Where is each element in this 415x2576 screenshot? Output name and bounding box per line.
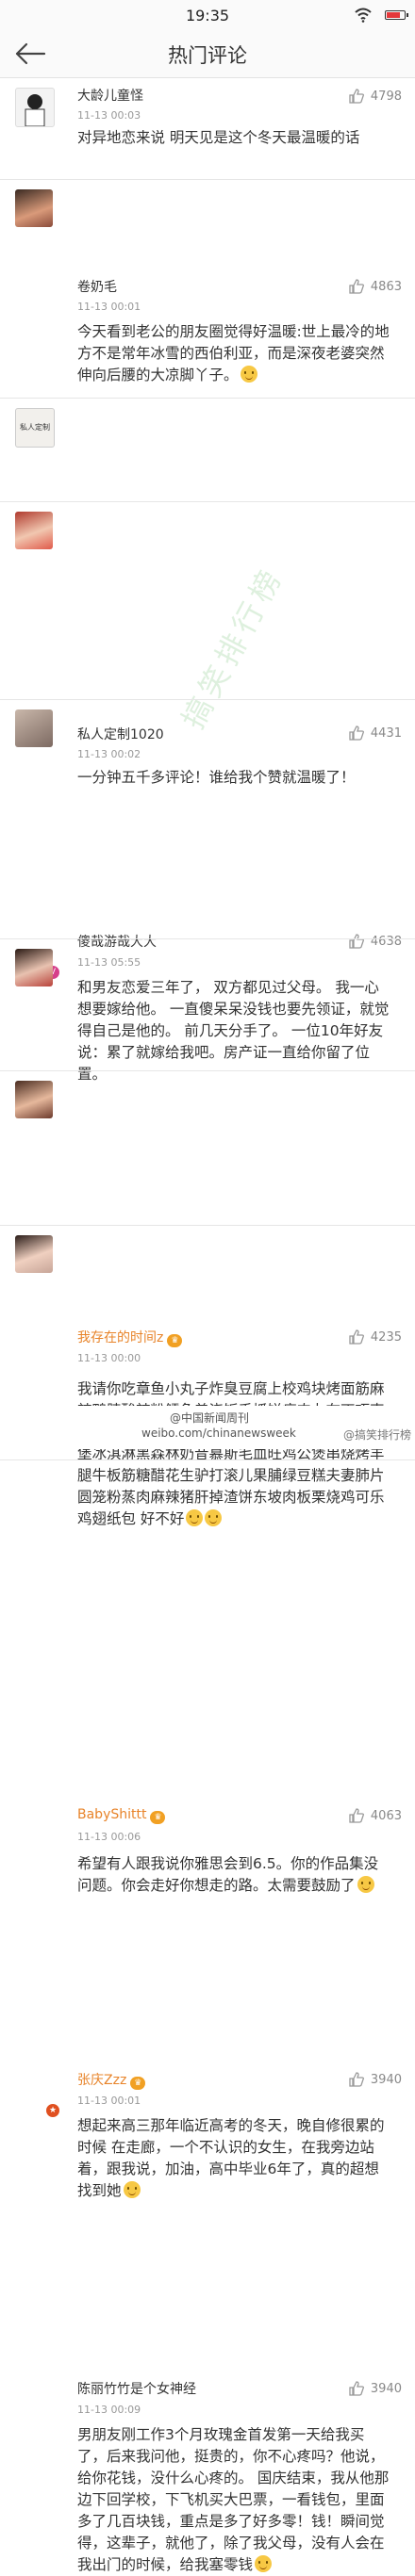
comment-list: 搞笑排行榜 大龄儿童怪 11-13 00:03 4798 对异地恋来说 明天见是…: [0, 78, 415, 2573]
comment-text: 今天看到老公的朋友圈觉得好温暖:世上最冷的地方不是常年冰雪的西伯利亚，而是深夜老…: [77, 321, 392, 386]
avatar[interactable]: [15, 949, 53, 986]
avatar-text: 私人定制: [20, 423, 50, 432]
like-button[interactable]: 4863: [348, 278, 402, 295]
avatar[interactable]: [15, 709, 53, 747]
status-time: 19:35: [185, 7, 230, 24]
comment-item: ★ 张庆Zzz ♛ 11-13 00:01 3940 想起来高三那年临近高考的冬天…: [0, 1071, 415, 2199]
comment-item: 私人定制 私人定制1020 11-13 00:02 4431 一分钟五千多评论！…: [0, 399, 415, 786]
like-count: 3940: [370, 2381, 402, 2396]
user-name[interactable]: BabyShittt ♛: [77, 1807, 166, 1824]
like-button[interactable]: 3940: [348, 2380, 402, 2397]
comment-time: 11-13 00:03: [77, 109, 141, 122]
comment-item: 我存在的时间z ♛ 11-13 00:00 4235 我请你吃章鱼小丸子炸臭豆腐上…: [0, 700, 415, 1527]
thumbs-up-icon: [349, 89, 364, 104]
comment-text: 男朋友刚工作3个月玫瑰金首发第一天给我买了，后来我问他，挺贵的，你不心疼吗？他说…: [77, 2424, 392, 2576]
footer-watermark: @中国新闻周刊 weibo.com/chinanewsweek @搞笑排行榜: [0, 1406, 415, 1449]
comment-text: 对异地恋来说 明天见是这个冬天最温暖的话: [77, 127, 392, 149]
emoji-icon: [240, 366, 257, 383]
emoji-icon: [123, 2181, 141, 2198]
page-title: 热门评论: [168, 44, 247, 67]
comment-item: BabyShittt ♛ 11-13 00:06 4063 希望有人跟我说你雅思会…: [0, 939, 415, 1894]
like-count: 4798: [370, 89, 402, 104]
vip-crown-icon: ♛: [130, 2077, 146, 2090]
source-watermark: @搞笑排行榜: [342, 1428, 411, 1442]
thumbs-up-icon: [349, 2072, 364, 2087]
weibo-handle: @中国新闻周刊: [170, 1411, 250, 1425]
crying-emoji-icon: [255, 2555, 273, 2572]
battery-icon: [385, 10, 408, 20]
comment-text-content: 今天看到老公的朋友圈觉得好温暖:世上最冷的地方不是常年冰雪的西伯利亚，而是深夜老…: [77, 323, 390, 383]
user-name[interactable]: 陈丽竹竹是个女神经: [77, 2379, 196, 2398]
comment-item: 大龄儿童怪 11-13 00:03 4798 对异地恋来说 明天见是这个冬天最温…: [0, 78, 415, 180]
user-name[interactable]: 张庆Zzz ♛: [77, 2070, 146, 2090]
like-button[interactable]: 4063: [348, 1807, 402, 1824]
like-button[interactable]: 3940: [348, 2071, 402, 2088]
avatar[interactable]: [15, 189, 53, 227]
comment-time: 11-13 00:06: [77, 1831, 141, 1843]
avatar[interactable]: [15, 1235, 53, 1273]
cat-emoji-icon: [186, 1509, 204, 1526]
like-count: 4063: [370, 1808, 402, 1823]
like-count: 3940: [370, 2072, 402, 2087]
user-name[interactable]: 大龄儿童怪: [77, 86, 143, 105]
comment-text-content: 希望有人跟我说你雅思会到6.5。你的作品集没问题。你会走好你想走的路。太需要鼓励…: [77, 1855, 379, 1894]
like-count: 4863: [370, 279, 402, 294]
emoji-icon: [357, 1876, 374, 1893]
thumbs-up-icon: [349, 279, 364, 294]
like-button[interactable]: 4798: [348, 88, 402, 105]
comment-item: 卷奶毛 11-13 00:01 4863 今天看到老公的朋友圈觉得好温暖:世上最…: [0, 180, 415, 399]
avatar[interactable]: 私人定制: [15, 408, 55, 448]
user-name-text: BabyShittt: [77, 1807, 147, 1822]
comment-item: V 傻哉游哉大大 11-13 05:55 4638 和男友恋爱三年了， 双方都见…: [0, 502, 415, 1083]
header-bar: 热门评论: [0, 30, 415, 78]
weibo-url: weibo.com/chinanewsweek: [141, 1427, 296, 1440]
user-name[interactable]: 卷奶毛: [77, 277, 117, 296]
comment-time: 11-13 00:09: [77, 2404, 141, 2416]
comment-text-content: 男朋友刚工作3个月玫瑰金首发第一天给我买了，后来我问他，挺贵的，你不心疼吗？他说…: [77, 2426, 390, 2573]
thumbs-up-icon: [349, 1808, 364, 1823]
thumbs-up-icon: [349, 2381, 364, 2396]
verified-badge-icon: ★: [45, 2103, 60, 2118]
vip-crown-icon: ♛: [150, 1811, 166, 1824]
comment-text: 希望有人跟我说你雅思会到6.5。你的作品集没问题。你会走好你想走的路。太需要鼓励…: [77, 1853, 392, 1897]
cat-emoji-icon: [205, 1509, 223, 1526]
status-bar: 19:35: [0, 0, 415, 30]
wifi-icon: [355, 8, 372, 23]
comment-time: 11-13 00:01: [77, 301, 141, 313]
comment-time: 11-13 00:01: [77, 2095, 141, 2107]
avatar[interactable]: [15, 88, 55, 127]
avatar[interactable]: [15, 1081, 53, 1118]
avatar[interactable]: [15, 512, 53, 549]
user-name-text: 张庆Zzz: [77, 2073, 127, 2088]
comment-text-content: 对异地恋来说 明天见是这个冬天最温暖的话: [77, 129, 360, 146]
comment-text: 想起来高三那年临近高考的冬天，晚自修很累的时候 在走廊，一个不认识的女生，在我旁…: [77, 2115, 392, 2202]
